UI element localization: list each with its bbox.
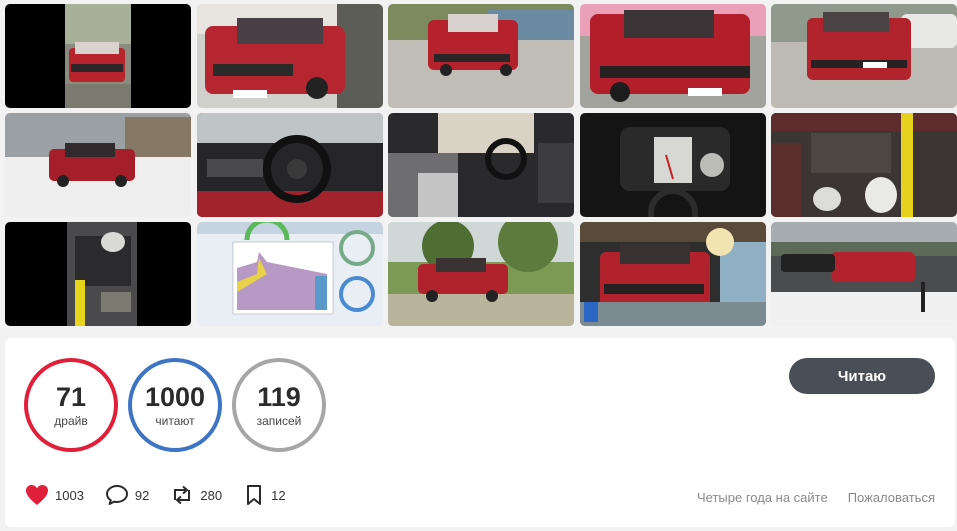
repost-count: 280 xyxy=(200,487,223,503)
gallery-photo-13[interactable] xyxy=(388,222,574,326)
repost-button[interactable]: 280 xyxy=(170,484,222,506)
gallery-photo-8[interactable] xyxy=(388,113,574,217)
photo-gallery xyxy=(5,4,957,326)
like-count: 1003 xyxy=(55,487,84,503)
gallery-photo-15[interactable] xyxy=(771,222,957,326)
bookmark-icon xyxy=(247,485,262,505)
gallery-photo-6[interactable] xyxy=(5,113,191,217)
gallery-photo-11[interactable] xyxy=(5,222,191,326)
gallery-photo-4[interactable] xyxy=(579,4,766,108)
gallery-photo-3[interactable] xyxy=(388,4,574,108)
gallery-photo-10[interactable] xyxy=(771,113,957,217)
drive-count: 71 xyxy=(55,382,87,412)
profile-stats-card: 71 драйв 1000 читают 119 записей Читаю 1… xyxy=(5,338,955,527)
posts-label: записей xyxy=(256,414,302,428)
gallery-photo-7[interactable] xyxy=(196,113,383,217)
repost-icon xyxy=(174,485,191,505)
meta-info: Четыре года на сайте Пожаловаться xyxy=(677,490,935,505)
actions-bar: 1003 92 280 12 xyxy=(25,483,307,507)
follow-button[interactable]: Читаю xyxy=(789,358,935,394)
comment-count: 92 xyxy=(134,487,150,503)
heart-icon xyxy=(26,485,48,505)
gallery-photo-14[interactable] xyxy=(579,222,766,326)
comment-icon xyxy=(105,485,128,505)
gallery-photo-12[interactable] xyxy=(196,222,383,326)
posts-count: 119 xyxy=(257,382,301,412)
drive-label: драйв xyxy=(54,414,88,428)
gallery-photo-2[interactable] xyxy=(196,4,383,108)
readers-count: 1000 xyxy=(144,382,206,412)
report-link[interactable]: Пожаловаться xyxy=(848,490,935,505)
posts-stat[interactable]: 119 записей xyxy=(232,358,326,452)
readers-label: читают xyxy=(155,414,195,428)
bookmark-count: 12 xyxy=(271,487,286,503)
readers-stat[interactable]: 1000 читают xyxy=(128,358,222,452)
bookmark-button[interactable]: 12 xyxy=(243,484,286,506)
like-button[interactable]: 1003 xyxy=(25,484,84,506)
gallery-photo-9[interactable] xyxy=(579,113,766,217)
gallery-photo-5[interactable] xyxy=(771,4,957,108)
comment-button[interactable]: 92 xyxy=(105,484,149,506)
gallery-photo-1[interactable] xyxy=(5,4,191,108)
drive-stat[interactable]: 71 драйв xyxy=(24,358,118,452)
years-on-site: Четыре года на сайте xyxy=(696,490,828,505)
